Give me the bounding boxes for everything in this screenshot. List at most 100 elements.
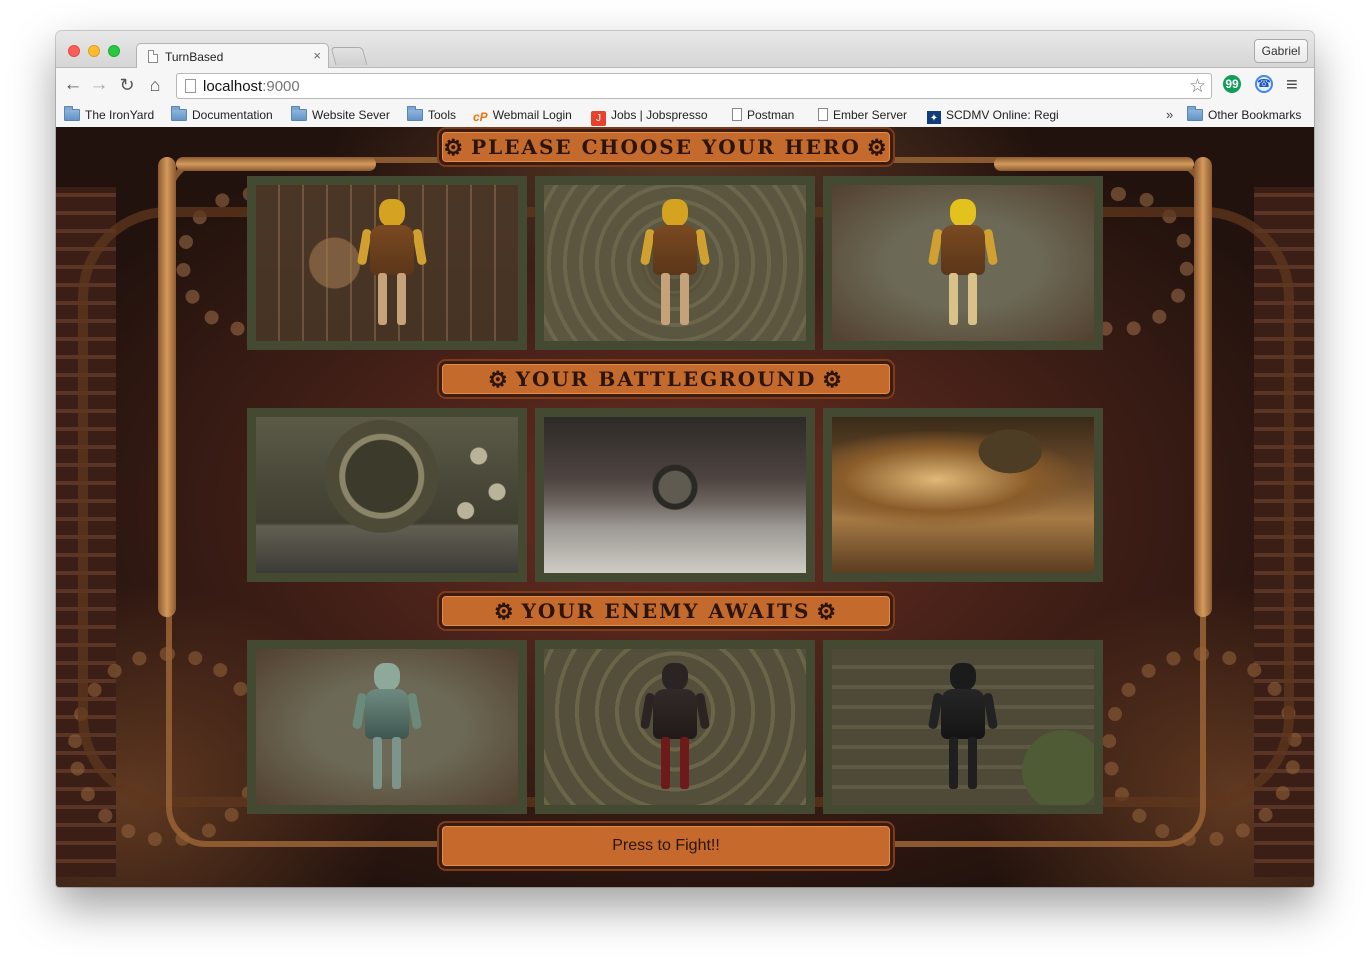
hero-image — [832, 185, 1094, 341]
bookmark-label: The IronYard — [85, 108, 155, 122]
hangouts-icon[interactable]: 99 — [1223, 75, 1241, 93]
folder-icon — [407, 106, 423, 121]
enemy-figure — [927, 663, 999, 793]
cog-icon: ⚙ — [487, 367, 510, 393]
browser-toolbar: ← → ↻ ⌂ localhost:9000 ☆ 99 ☎ ≡ — [56, 68, 1314, 104]
bookmarks-overflow-icon[interactable]: » — [1166, 107, 1173, 122]
menu-icon[interactable]: ≡ — [1286, 74, 1298, 96]
url-text[interactable]: localhost:9000 — [203, 78, 300, 95]
hero-figure — [927, 199, 999, 329]
bookmark-the-ironyard[interactable]: The IronYard — [64, 106, 155, 124]
cog-icon: ⚙ — [822, 367, 845, 393]
bookmark-label: Other Bookmarks — [1208, 108, 1302, 122]
figure-leg — [378, 273, 388, 325]
forward-icon[interactable]: → — [88, 74, 110, 96]
figure-body — [941, 689, 985, 739]
maximize-window-button[interactable] — [108, 45, 120, 57]
figure-arm — [694, 228, 711, 266]
folder-icon — [1187, 106, 1203, 121]
hero-image — [544, 185, 806, 341]
minimize-window-button[interactable] — [88, 45, 100, 57]
bookmark-documentation[interactable]: Documentation — [171, 106, 273, 124]
section-title-text: YOUR BATTLEGROUND — [515, 367, 817, 391]
browser-window: TurnBased × Gabriel ← → ↻ ⌂ localhost:90… — [56, 31, 1314, 887]
bookmark-other-bookmarks[interactable]: Other Bookmarks — [1187, 106, 1302, 124]
tab-title: TurnBased — [165, 50, 224, 64]
figure-head — [379, 199, 406, 227]
figure-leg — [968, 273, 977, 325]
figure-leg — [680, 273, 689, 325]
hero-section-title: ⚙ PLEASE CHOOSE YOUR HERO ⚙ — [439, 129, 893, 165]
battleground-card-2[interactable] — [535, 408, 815, 582]
browser-tab[interactable]: TurnBased × — [136, 43, 329, 69]
bookmark-label: Documentation — [192, 108, 273, 122]
bookmark-jobspresso[interactable]: J Jobs | Jobspresso — [591, 108, 708, 126]
reload-icon[interactable]: ↻ — [116, 74, 138, 96]
page-icon — [185, 79, 196, 93]
bookmark-webmail-login[interactable]: cP Webmail Login — [473, 108, 572, 124]
bookmark-label: Jobs | Jobspresso — [611, 108, 708, 122]
enemy-figure — [639, 663, 711, 793]
figure-leg — [661, 737, 670, 789]
bookmark-label: Tools — [428, 108, 457, 122]
battleground-section-title: ⚙ YOUR BATTLEGROUND ⚙ — [439, 361, 893, 397]
url-host: localhost — [203, 78, 263, 95]
battleground-card-3[interactable] — [823, 408, 1103, 582]
section-title-text: PLEASE CHOOSE YOUR HERO — [471, 135, 861, 159]
profile-button[interactable]: Gabriel — [1254, 39, 1308, 63]
jobspresso-icon: J — [591, 111, 606, 126]
battleground-card-1[interactable] — [247, 408, 527, 582]
bookmark-ember-server[interactable]: Ember Server — [818, 108, 907, 124]
address-bar[interactable]: localhost:9000 ☆ — [176, 73, 1212, 99]
bookmark-postman[interactable]: Postman — [732, 108, 794, 124]
pipe-decoration — [176, 157, 376, 171]
figure-legs — [369, 737, 405, 789]
page-icon — [732, 108, 742, 121]
folder-icon — [171, 106, 187, 121]
cpanel-icon: cP — [473, 110, 488, 124]
enemy-image — [256, 649, 518, 805]
figure-head — [950, 199, 976, 227]
figure-leg — [392, 737, 401, 789]
figure-leg — [680, 737, 689, 789]
figure-legs — [657, 273, 693, 325]
cog-icon: ⚙ — [816, 599, 839, 625]
figure-arm — [694, 692, 711, 730]
figure-leg — [968, 737, 977, 789]
new-tab-button[interactable] — [330, 47, 368, 65]
enemy-card-3[interactable] — [823, 640, 1103, 814]
bookmark-label: Website Sever — [312, 108, 390, 122]
bookmark-scdmv[interactable]: ✦ SCDMV Online: Regi — [927, 108, 1059, 124]
figure-body — [653, 689, 697, 739]
home-icon[interactable]: ⌂ — [144, 74, 166, 96]
hero-card-2[interactable] — [535, 176, 815, 350]
page-icon — [148, 50, 158, 63]
figure-legs — [374, 273, 410, 325]
bookmark-label: Ember Server — [833, 108, 908, 122]
back-icon[interactable]: ← — [62, 74, 84, 96]
enemy-section-title: ⚙ YOUR ENEMY AWAITS ⚙ — [439, 593, 893, 629]
figure-head — [374, 663, 400, 691]
pipe-decoration — [994, 157, 1194, 171]
close-window-button[interactable] — [68, 45, 80, 57]
enemy-card-2[interactable] — [535, 640, 815, 814]
fight-button[interactable]: Press to Fight!! — [439, 823, 893, 869]
figure-arm — [982, 228, 999, 266]
figure-leg — [397, 273, 407, 325]
page-icon — [818, 108, 828, 121]
hero-card-1[interactable] — [247, 176, 527, 350]
bookmark-website-sever[interactable]: Website Sever — [291, 106, 390, 124]
enemy-card-1[interactable] — [247, 640, 527, 814]
battleground-image — [544, 417, 806, 573]
tab-close-icon[interactable]: × — [313, 48, 321, 63]
folder-icon — [64, 106, 80, 121]
figure-head — [662, 199, 688, 227]
section-title-text: YOUR ENEMY AWAITS — [521, 599, 811, 623]
bookmark-star-icon[interactable]: ☆ — [1189, 75, 1206, 98]
hero-figure — [357, 199, 428, 329]
hero-card-3[interactable] — [823, 176, 1103, 350]
phone-icon[interactable]: ☎ — [1255, 75, 1273, 93]
bookmark-tools[interactable]: Tools — [407, 106, 457, 124]
folder-icon — [291, 106, 307, 121]
page-viewport: ⚙ PLEASE CHOOSE YOUR HERO ⚙ ⚙ YOUR BATTL… — [56, 127, 1314, 887]
